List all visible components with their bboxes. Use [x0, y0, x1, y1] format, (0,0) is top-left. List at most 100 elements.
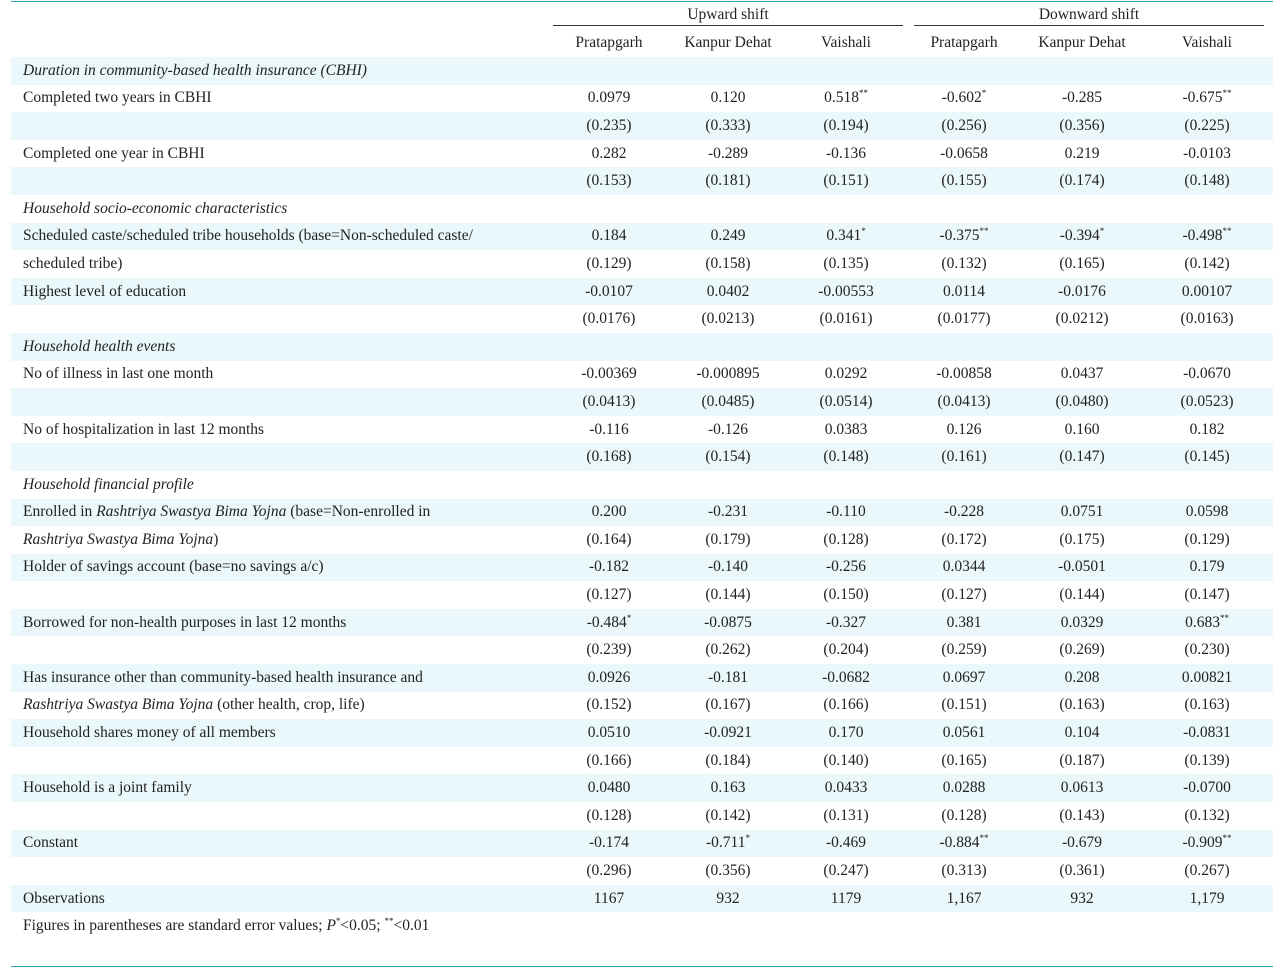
variable-label-continued [11, 305, 549, 333]
variable-label-continued: Rashtriya Swastya Bima Yojna) [11, 526, 549, 554]
coefficient-cell: 0.184 [549, 222, 669, 251]
standard-error-cell: (0.148) [1141, 167, 1274, 195]
coefficient-cell: 0.0329 [1023, 608, 1142, 637]
coefficient-value: -0.136 [825, 144, 867, 162]
coefficient-value: 0.0561 [942, 724, 986, 742]
standard-error-cell: (0.163) [1059, 696, 1105, 714]
coefficient-value: -0.0875 [704, 613, 752, 631]
variable-label-continued: Rashtriya Swastya Bima Yojna (other heal… [11, 692, 549, 720]
variable-label-text: (other health, crop, life) [213, 696, 365, 714]
coefficient-value: 0.381 [946, 613, 982, 631]
regression-table: Upward shift Downward shift Pratapgarh K… [11, 2, 1274, 940]
coefficient-cell: -0.498** [1141, 222, 1274, 251]
coefficient-cell: 0.00821 [1141, 664, 1274, 692]
standard-error-cell: (0.139) [1184, 751, 1230, 769]
variable-label-text: Holder of savings account (base=no savin… [23, 558, 324, 576]
standard-error-cell: (0.155) [905, 167, 1024, 195]
coefficient-cell: 0.179 [1141, 553, 1274, 582]
col-header: Vaishali [1182, 34, 1232, 51]
coefficient-row: Enrolled in Rashtriya Swastya Bima Yojna… [11, 498, 1274, 527]
variable-label: Household shares money of all members [11, 719, 549, 747]
variable-label: Completed one year in CBHI [11, 140, 549, 168]
coefficient-value: -0.289 [707, 144, 749, 162]
coefficient-cell: 0.0926 [549, 664, 669, 692]
coefficient-cell: 0.282 [549, 140, 669, 168]
variable-label-continued [11, 636, 549, 664]
coefficient-cell: -0.181 [669, 664, 787, 692]
header-group-row: Upward shift Downward shift [11, 2, 1273, 29]
coefficient-cell: 0.0751 [1023, 498, 1142, 527]
coefficient-value: 0.200 [591, 503, 627, 521]
coefficient-row: Household shares money of all members 0.0… [11, 719, 1274, 747]
standard-error-row: (0.0176) (0.0213) (0.0161) (0.0177) (0.0212)… [11, 305, 1273, 333]
coefficient-value: -0.375 [939, 227, 980, 245]
coefficient-value: 0.0329 [1060, 613, 1104, 631]
variable-label-text: No of illness in last one month [23, 365, 214, 383]
coefficient-row: Household is a joint family 0.0480 0.163 0.… [11, 774, 1274, 803]
significance-marker: ** [979, 833, 989, 844]
standard-error-cell: (0.269) [1059, 641, 1105, 659]
standard-error-cell: (0.127) [941, 586, 987, 604]
coefficient-value: -0.711 [706, 834, 746, 852]
standard-error-cell: (0.151) [941, 696, 987, 714]
coefficient-value: 0.0433 [824, 779, 868, 797]
coefficient-cell: -0.394* [1023, 222, 1142, 251]
standard-error-cell: (0.239) [586, 641, 632, 659]
coefficient-cell: 0.0598 [1141, 498, 1274, 527]
variable-label-italic: Rashtriya Swastya Bima Yojna [23, 696, 214, 714]
variable-label: Borrowed for non-health purposes in last… [11, 608, 549, 637]
coefficient-value: 0.683 [1185, 613, 1220, 631]
coefficient-value: -0.182 [588, 558, 630, 576]
standard-error-cell: (0.0213) [701, 310, 755, 328]
standard-error-cell: (0.140) [823, 751, 869, 769]
coefficient-cell: 0.182 [1141, 416, 1273, 444]
footnote-p: P [326, 917, 336, 935]
coefficient-value: 0.219 [1064, 144, 1100, 162]
coefficient-value: 0.170 [828, 724, 864, 742]
coefficient-value: -0.0658 [940, 144, 988, 162]
coefficient-value: -0.394 [1059, 227, 1100, 245]
standard-error-cell: (0.142) [705, 806, 751, 824]
coefficient-value: -0.602 [941, 89, 982, 107]
standard-error-cell: (0.132) [941, 254, 987, 272]
variable-label: Holder of savings account (base=no savin… [11, 553, 549, 582]
standard-error-cell: (0.163) [1184, 696, 1230, 714]
standard-error-row: (0.0413) (0.0485) (0.0514) (0.0413) (0.0480)… [11, 388, 1274, 416]
coefficient-cell: -0.140 [669, 553, 787, 582]
observations-row: Observations 1167 932 1179 1,167 932 1,179 [11, 884, 1274, 913]
variable-label-continued [11, 802, 549, 830]
coefficient-value: 0.282 [591, 144, 627, 162]
standard-error-cell: (0.247) [823, 862, 869, 880]
standard-error-row: (0.166) (0.184) (0.140) (0.165) (0.187) (0.13… [11, 747, 1273, 775]
coefficient-value: -0.0176 [1058, 282, 1106, 300]
coefficient-cell: -0.0103 [1141, 140, 1273, 168]
coefficient-cell: 0.0561 [905, 719, 1024, 747]
variable-label-continued [11, 112, 549, 140]
variable-label: Highest level of education [11, 277, 549, 306]
coefficient-cell: -0.231 [669, 498, 787, 527]
standard-error-cell: (0.135) [823, 254, 869, 272]
coefficient-cell: 0.518** [787, 85, 905, 113]
standard-error-cell: (0.181) [669, 167, 787, 195]
coefficient-cell: -0.000895 [669, 361, 787, 389]
coefficient-row: Completed one year in CBHI 0.282 -0.289 -0.… [11, 140, 1273, 168]
footnote-text: <0.05; [340, 917, 385, 935]
standard-error-cell: (0.230) [1184, 641, 1230, 659]
coefficient-value: -0.110 [826, 503, 866, 521]
coefficient-cell: -0.289 [669, 140, 787, 168]
standard-error-cell: (0.164) [586, 530, 632, 548]
standard-error-cell: (0.0485) [669, 388, 787, 416]
coefficient-cell: -0.0875 [669, 608, 787, 637]
standard-error-cell: (0.333) [669, 112, 787, 140]
variable-label: No of hospitalization in last 12 months [11, 416, 549, 444]
coefficient-row: Highest level of education -0.0107 0.0402 -… [11, 277, 1274, 306]
coefficient-cell: -0.884** [905, 829, 1024, 858]
coefficient-cell: 0.00107 [1141, 277, 1274, 306]
variable-label-text: Enrolled in [23, 503, 97, 521]
coefficient-value: 0.126 [946, 420, 982, 438]
coefficient-value: 0.0114 [942, 282, 986, 300]
variable-label: Household is a joint family [11, 774, 549, 803]
section-title: Household socio-economic characteristics [23, 199, 288, 217]
variable-label-text: Highest level of education [23, 282, 187, 300]
standard-error-row: scheduled tribe) (0.129) (0.158) (0.135) (0.… [11, 250, 1273, 278]
